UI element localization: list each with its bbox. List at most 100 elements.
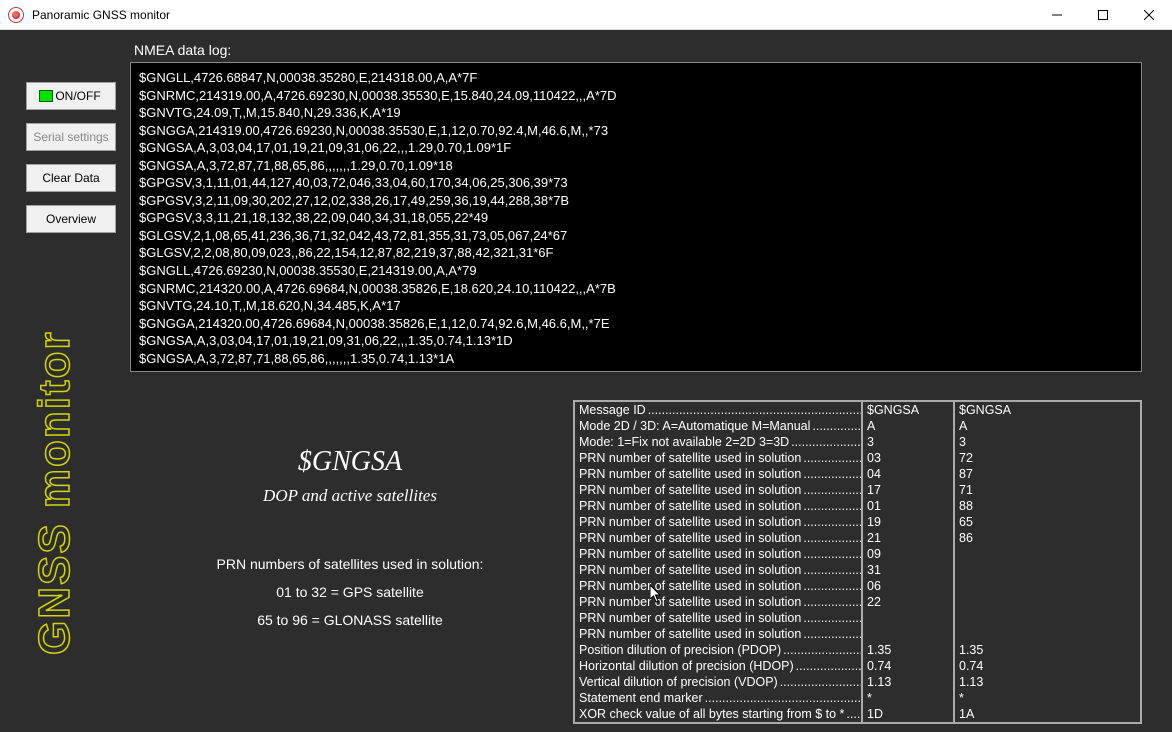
table-row: Message ID .............................… [575, 402, 1140, 418]
field-label-cell: PRN number of satellite used in solution… [575, 562, 863, 578]
leader-dots: ........................................… [801, 546, 861, 562]
clear-data-button[interactable]: Clear Data [26, 164, 116, 192]
clear-data-label: Clear Data [42, 171, 99, 185]
table-row: PRN number of satellite used in solution… [575, 514, 1140, 530]
field-label-text: PRN number of satellite used in solution [579, 514, 801, 530]
message-description: DOP and active satellites [150, 486, 550, 506]
field-label-cell: PRN number of satellite used in solution… [575, 514, 863, 530]
leader-dots: ........................................… [801, 626, 861, 642]
message-id-heading: $GNGSA [150, 446, 550, 478]
field-value-2: 3 [955, 434, 1140, 450]
field-value-2: 88 [955, 498, 1140, 514]
field-label-cell: Position dilution of precision (PDOP) ..… [575, 642, 863, 658]
leader-dots: ........................................… [801, 578, 861, 594]
field-value-1: 22 [863, 594, 955, 610]
window-maximize-button[interactable] [1080, 0, 1126, 30]
field-label-text: PRN number of satellite used in solution [579, 626, 801, 642]
message-fields-table: Message ID .............................… [573, 400, 1142, 724]
leader-dots: ........................................… [794, 658, 861, 674]
field-value-2: 87 [955, 466, 1140, 482]
field-value-1: 3 [863, 434, 955, 450]
field-label-cell: PRN number of satellite used in solution… [575, 498, 863, 514]
field-value-1: 09 [863, 546, 955, 562]
field-value-2: 1.35 [955, 642, 1140, 658]
window-title: Panoramic GNSS monitor [32, 8, 170, 22]
field-label-text: Mode: 1=Fix not available 2=2D 3=3D [579, 434, 789, 450]
leader-dots: ........................................… [801, 530, 861, 546]
window-minimize-button[interactable] [1034, 0, 1080, 30]
field-label-text: XOR check value of all bytes starting fr… [579, 706, 844, 722]
serial-settings-button[interactable]: Serial settings [26, 123, 116, 151]
leader-dots: ........................................… [844, 706, 861, 722]
leader-dots: ........................................… [801, 562, 861, 578]
field-value-2 [955, 578, 1140, 594]
field-label-cell: PRN number of satellite used in solution… [575, 610, 863, 626]
field-value-1: A [863, 418, 955, 434]
field-label-cell: PRN number of satellite used in solution… [575, 578, 863, 594]
leader-dots: ........................................… [781, 642, 861, 658]
table-row: PRN number of satellite used in solution… [575, 610, 1140, 626]
window-titlebar: Panoramic GNSS monitor [0, 0, 1172, 30]
field-value-2: $GNGSA [955, 402, 1140, 418]
field-label-text: PRN number of satellite used in solution [579, 578, 801, 594]
field-value-2 [955, 610, 1140, 626]
field-label-cell: Vertical dilution of precision (VDOP) ..… [575, 674, 863, 690]
field-value-2: 86 [955, 530, 1140, 546]
serial-settings-label: Serial settings [33, 130, 108, 144]
onoff-label: ON/OFF [55, 89, 100, 103]
field-value-1: 1D [863, 706, 955, 722]
field-value-1: * [863, 690, 955, 706]
onoff-button[interactable]: ON/OFF [26, 82, 116, 110]
window-close-button[interactable] [1126, 0, 1172, 30]
field-label-text: PRN number of satellite used in solution [579, 482, 801, 498]
field-value-1: 1.13 [863, 674, 955, 690]
table-row: PRN number of satellite used in solution… [575, 578, 1140, 594]
field-value-2 [955, 562, 1140, 578]
table-row: PRN number of satellite used in solution… [575, 498, 1140, 514]
table-row: PRN number of satellite used in solution… [575, 530, 1140, 546]
table-row: PRN number of satellite used in solution… [575, 562, 1140, 578]
field-label-cell: Mode: 1=Fix not available 2=2D 3=3D ....… [575, 434, 863, 450]
field-value-1: 31 [863, 562, 955, 578]
prn-note-title: PRN numbers of satellites used in soluti… [150, 550, 550, 578]
field-label-text: PRN number of satellite used in solution [579, 546, 801, 562]
field-value-1: 06 [863, 578, 955, 594]
field-label-text: PRN number of satellite used in solution [579, 498, 801, 514]
overview-button[interactable]: Overview [26, 205, 116, 233]
table-row: Mode 2D / 3D: A=Automatique M=Manual ...… [575, 418, 1140, 434]
field-label-text: PRN number of satellite used in solution [579, 450, 801, 466]
table-row: Horizontal dilution of precision (HDOP) … [575, 658, 1140, 674]
leader-dots: ........................................… [703, 690, 861, 706]
table-row: PRN number of satellite used in solution… [575, 594, 1140, 610]
nmea-log-label: NMEA data log: [134, 42, 1142, 58]
prn-note-block: PRN numbers of satellites used in soluti… [150, 550, 550, 634]
field-label-text: PRN number of satellite used in solution [579, 610, 801, 626]
field-value-2: 65 [955, 514, 1140, 530]
field-label-text: Vertical dilution of precision (VDOP) [579, 674, 778, 690]
nmea-log-section: NMEA data log: $GNGLL,4726.68847,N,00038… [130, 42, 1142, 372]
leader-dots: ........................................… [801, 466, 861, 482]
field-label-cell: Statement end marker ...................… [575, 690, 863, 706]
field-label-text: Message ID [579, 402, 646, 418]
field-label-cell: PRN number of satellite used in solution… [575, 546, 863, 562]
field-value-1: 04 [863, 466, 955, 482]
table-row: Vertical dilution of precision (VDOP) ..… [575, 674, 1140, 690]
prn-note-glonass: 65 to 96 = GLONASS satellite [150, 606, 550, 634]
field-value-1: 1.35 [863, 642, 955, 658]
field-label-cell: PRN number of satellite used in solution… [575, 482, 863, 498]
leader-dots: ........................................… [801, 514, 861, 530]
field-value-2: 72 [955, 450, 1140, 466]
field-value-1: 01 [863, 498, 955, 514]
nmea-log-textarea[interactable]: $GNGLL,4726.68847,N,00038.35280,E,214318… [130, 62, 1142, 372]
field-label-cell: PRN number of satellite used in solution… [575, 626, 863, 642]
field-label-text: Mode 2D / 3D: A=Automatique M=Manual [579, 418, 810, 434]
field-value-2: A [955, 418, 1140, 434]
field-label-text: PRN number of satellite used in solution [579, 594, 801, 610]
field-label-cell: PRN number of satellite used in solution… [575, 450, 863, 466]
field-label-text: PRN number of satellite used in solution [579, 530, 801, 546]
leader-dots: ........................................… [801, 482, 861, 498]
overview-label: Overview [46, 212, 96, 226]
table-row: PRN number of satellite used in solution… [575, 626, 1140, 642]
field-label-text: PRN number of satellite used in solution [579, 466, 801, 482]
leader-dots: ........................................… [801, 450, 861, 466]
